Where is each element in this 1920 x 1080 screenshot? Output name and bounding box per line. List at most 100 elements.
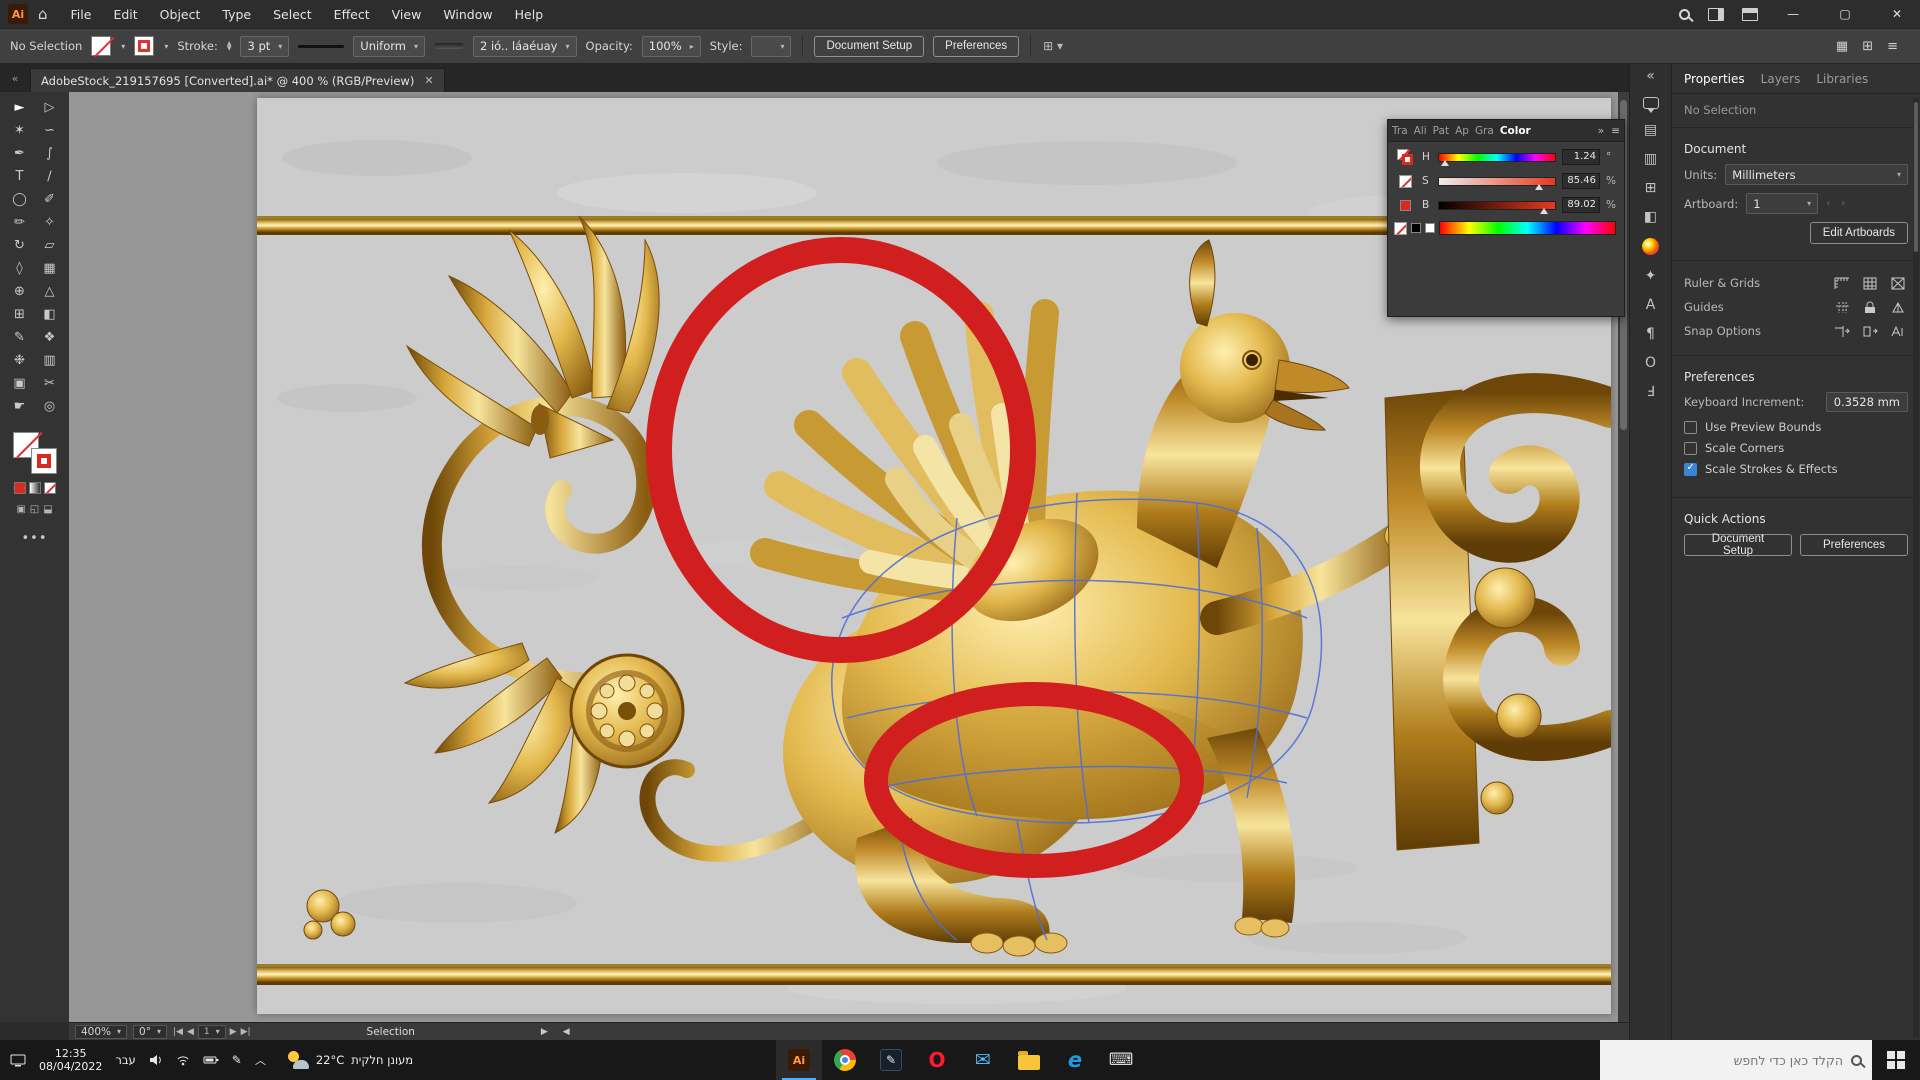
stroke-stepper[interactable]: ▲▼ (227, 41, 232, 51)
blend-tool[interactable]: ❖ (35, 326, 65, 349)
paragraph-icon[interactable]: ¶ (1646, 326, 1655, 342)
color-spectrum-bar[interactable] (1439, 221, 1616, 235)
horizontal-scroll-arrows[interactable]: ▶ ◀ (541, 1027, 576, 1037)
stroke-width-select[interactable]: 3 pt▾ (240, 36, 289, 57)
none-swatch-icon[interactable] (1399, 175, 1412, 188)
menu-object[interactable]: Object (149, 0, 212, 28)
home-icon[interactable]: ⌂ (38, 5, 48, 23)
white-swatch[interactable] (1425, 223, 1435, 233)
brush-select[interactable]: 2 ió.. láaéuay▾ (473, 36, 577, 57)
dock-icon[interactable]: ▦ (1836, 39, 1848, 54)
transform-icon[interactable]: ⊞ (1645, 180, 1657, 196)
rotate-tool[interactable]: ↻ (5, 234, 35, 257)
color-button[interactable] (14, 482, 26, 494)
align-options-icon[interactable]: ⊞ ▾ (1043, 39, 1063, 53)
variable-width-select[interactable]: Uniform▾ (353, 36, 425, 57)
snap-to-pixel-icon[interactable] (1832, 323, 1852, 339)
screen-mode-icon[interactable]: ⬓ (43, 504, 52, 515)
black-swatch[interactable] (1411, 223, 1421, 233)
tab-transform[interactable]: Tra (1392, 125, 1408, 137)
taskbar-chrome[interactable] (822, 1040, 868, 1080)
tab-properties[interactable]: Properties (1684, 72, 1745, 86)
taskbar-mail[interactable]: ✉ (960, 1040, 1006, 1080)
shaper-tool[interactable]: ✧ (35, 211, 65, 234)
document-tab[interactable]: AdobeStock_219157695 [Converted].ai* @ 4… (30, 68, 445, 92)
tray-pc-icon[interactable] (10, 1054, 26, 1067)
brightness-value[interactable]: 89.02 (1562, 197, 1600, 213)
draw-normal-icon[interactable]: ▣ (16, 504, 25, 515)
stroke-color-swatch[interactable] (31, 448, 57, 474)
gradient-tool[interactable]: ◧ (35, 303, 65, 326)
curvature-tool[interactable]: ∫ (35, 142, 65, 165)
free-transform-tool[interactable]: ▦ (35, 257, 65, 280)
selection-tool[interactable]: ► (5, 96, 35, 119)
next-artboard-icon[interactable]: ▶ (230, 1027, 237, 1037)
tab-pathfinder[interactable]: Pat (1433, 125, 1449, 137)
slice-tool[interactable]: ✂ (35, 372, 65, 395)
arrange-documents-icon[interactable] (1708, 8, 1724, 21)
tab-color[interactable]: Color (1500, 125, 1531, 137)
artboard-nav-arrows[interactable]: ‹ › (1826, 198, 1849, 209)
menu-type[interactable]: Type (211, 0, 262, 28)
taskbar-pen-app[interactable]: ✎ (868, 1040, 914, 1080)
canvas-area[interactable]: Tra Ali Pat Ap Gra Color » ≡ H 1.24 ° S (69, 92, 1629, 1022)
collapse-panels-icon[interactable]: « (1646, 68, 1655, 84)
stroke-swatch[interactable] (134, 36, 154, 56)
taskbar-explorer[interactable] (1006, 1040, 1052, 1080)
collapse-tools-icon[interactable]: « (0, 72, 30, 92)
taskbar-illustrator[interactable]: Ai (776, 1040, 822, 1080)
search-input[interactable] (1610, 1053, 1843, 1068)
clock[interactable]: 12:35 08/04/2022 (39, 1047, 102, 1073)
gradient-button[interactable] (29, 482, 41, 494)
zoom-tool[interactable]: ◎ (35, 395, 65, 418)
opacity-select[interactable]: 100%▸ (642, 36, 701, 57)
snap-to-grid-icon[interactable] (1888, 275, 1908, 291)
menu-effect[interactable]: Effect (323, 0, 381, 28)
snap-to-point-icon[interactable] (1860, 323, 1880, 339)
lock-guides-icon[interactable] (1860, 299, 1880, 315)
collapse-panel-icon[interactable]: » (1598, 125, 1604, 137)
search-icon[interactable] (1679, 9, 1690, 20)
language-indicator[interactable]: עבר (115, 1053, 135, 1067)
menu-window[interactable]: Window (432, 0, 503, 28)
none-button[interactable] (44, 482, 56, 494)
gradient-icon[interactable]: ◧ (1644, 209, 1657, 225)
show-rulers-icon[interactable] (1832, 275, 1852, 291)
workspace-switcher-icon[interactable] (1742, 8, 1758, 21)
artboard-number-select[interactable]: 1▾ (198, 1025, 226, 1039)
artboard-tool[interactable]: ▣ (5, 372, 35, 395)
direct-selection-tool[interactable]: ▷ (35, 96, 65, 119)
close-button[interactable]: ✕ (1880, 7, 1914, 21)
minimize-button[interactable]: — (1776, 7, 1810, 21)
keyboard-increment-input[interactable]: 0.3528 mm (1826, 392, 1908, 412)
edit-artboards-button[interactable]: Edit Artboards (1810, 222, 1908, 244)
weather-widget[interactable]: 22°C מעונן חלקית (287, 1051, 413, 1069)
hue-value[interactable]: 1.24 (1562, 149, 1600, 165)
menu-select[interactable]: Select (262, 0, 323, 28)
tab-gradient[interactable]: Gra (1475, 125, 1494, 137)
color-guide-icon[interactable] (1642, 238, 1659, 255)
character-icon[interactable]: A (1646, 297, 1656, 313)
make-guides-icon[interactable] (1888, 299, 1908, 315)
opentype-icon[interactable]: O (1645, 355, 1656, 371)
volume-icon[interactable] (149, 1054, 163, 1066)
glyphs-icon[interactable]: Ⅎ (1646, 384, 1654, 400)
type-tool[interactable]: T (5, 165, 35, 188)
show-guides-icon[interactable] (1832, 299, 1852, 315)
taskbar-touch-keyboard[interactable]: ⌨ (1098, 1040, 1144, 1080)
symbol-sprayer-tool[interactable]: ❉ (5, 349, 35, 372)
document-setup-button[interactable]: Document Setup (814, 36, 924, 57)
edit-toolbar-icon[interactable]: ••• (21, 531, 47, 546)
draw-behind-icon[interactable]: ◱ (30, 504, 39, 515)
fill-swatch[interactable] (91, 36, 111, 56)
menu-edit[interactable]: Edit (102, 0, 148, 28)
mesh-tool[interactable]: ⊞ (5, 303, 35, 326)
pen-tool[interactable]: ✒ (5, 142, 35, 165)
use-preview-bounds-checkbox[interactable] (1684, 421, 1697, 434)
none-color-button[interactable] (1394, 222, 1407, 235)
ellipse-tool[interactable]: ◯ (5, 188, 35, 211)
scale-strokes-effects-checkbox[interactable] (1684, 463, 1697, 476)
current-color-icon[interactable] (1400, 200, 1411, 211)
line-segment-tool[interactable]: ∕ (35, 165, 65, 188)
eyedropper-tool[interactable]: ✎ (5, 326, 35, 349)
